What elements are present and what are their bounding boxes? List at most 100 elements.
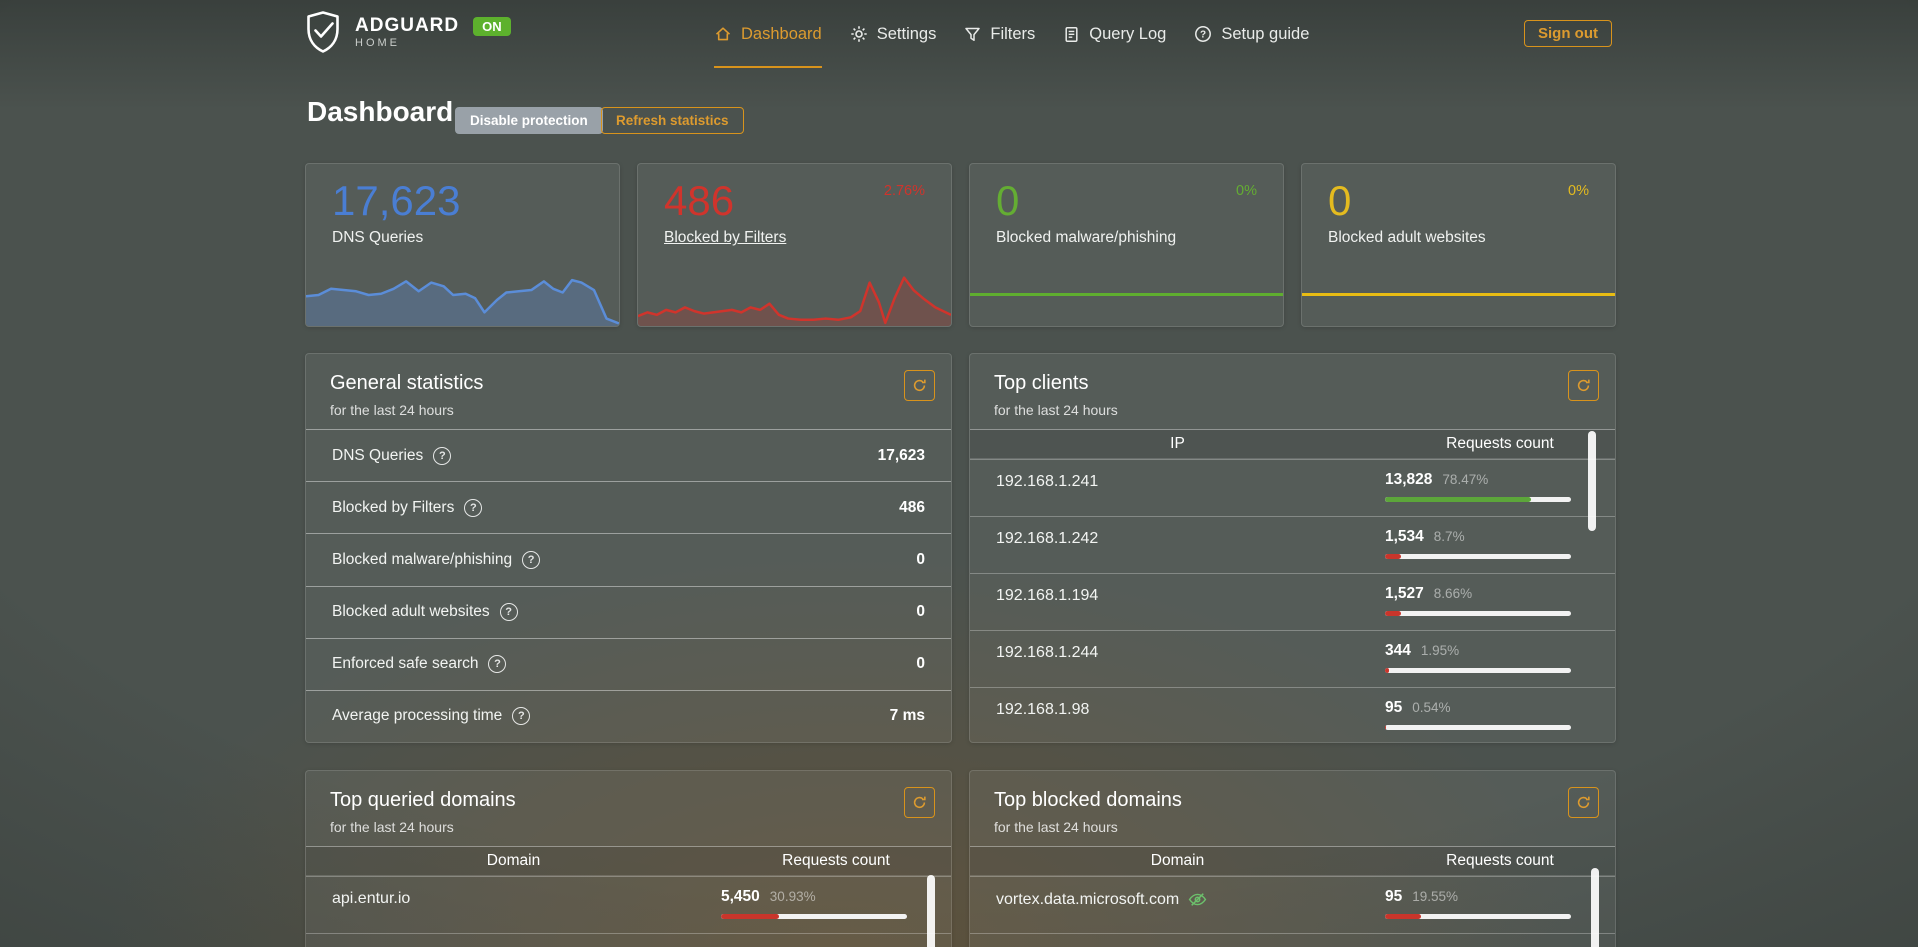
help-circle-icon[interactable]	[433, 447, 451, 465]
table-row: api.entur.io 5,45030.93%	[306, 876, 951, 933]
table-row: 192.168.1.242 1,5348.7%	[970, 516, 1615, 573]
stat-row-value: 7 ms	[890, 707, 925, 725]
refresh-icon	[912, 795, 927, 810]
stat-row: DNS Queries 17,623	[306, 429, 951, 481]
requests-count: 13,828	[1385, 471, 1432, 489]
top-clients-panel: Top clients for the last 24 hours IP Req…	[969, 353, 1616, 743]
stat-row: Blocked adult websites 0	[306, 586, 951, 638]
panel-header: Top queried domains for the last 24 hour…	[306, 771, 951, 846]
app-logo: ADGUARD HOME ON	[303, 10, 511, 54]
stat-row-label: Blocked by Filters	[332, 499, 482, 517]
scrollbar-thumb[interactable]	[927, 875, 935, 947]
refresh-button[interactable]	[904, 787, 935, 818]
nav-filters[interactable]: Filters	[964, 0, 1035, 68]
general-statistics-panel: General statistics for the last 24 hours…	[305, 353, 952, 743]
client-ip: 192.168.1.244	[996, 644, 1098, 662]
help-circle-icon[interactable]	[500, 603, 518, 621]
blocked-by-filters-sparkline	[638, 264, 951, 326]
stat-row-value: 17,623	[878, 447, 925, 465]
dns-queries-sparkline	[306, 264, 619, 326]
funnel-icon	[964, 26, 981, 43]
table-row: 192.168.1.244 3441.95%	[970, 630, 1615, 687]
panel-header: Top clients for the last 24 hours	[970, 354, 1615, 429]
stat-row-label: Blocked adult websites	[332, 603, 518, 621]
column-header-domain: Domain	[306, 852, 721, 870]
statistics-rows: DNS Queries 17,623 Blocked by Filters 48…	[306, 429, 951, 742]
table-header: Domain Requests count	[306, 846, 951, 876]
stat-card-blocked-adult: 0 Blocked adult websites 0%	[1301, 163, 1616, 327]
requests-percent: 8.66%	[1434, 586, 1472, 601]
gear-icon	[850, 25, 868, 43]
nav-settings[interactable]: Settings	[850, 0, 937, 68]
panel-subtitle: for the last 24 hours	[994, 402, 1591, 418]
requests-bar	[1385, 914, 1571, 919]
stat-row-label: DNS Queries	[332, 447, 451, 465]
refresh-button[interactable]	[1568, 370, 1599, 401]
refresh-icon	[1576, 795, 1591, 810]
disable-protection-button[interactable]: Disable protection	[455, 107, 603, 134]
document-icon	[1063, 26, 1080, 43]
table-header: Domain Requests count	[970, 846, 1615, 876]
stat-row: Enforced safe search 0	[306, 638, 951, 690]
shield-check-icon	[303, 10, 343, 54]
sign-out-button[interactable]: Sign out	[1524, 20, 1612, 47]
requests-bar	[1385, 725, 1571, 730]
column-header-ip: IP	[970, 435, 1385, 453]
help-circle-icon: ?	[1194, 25, 1212, 43]
nav-label: Query Log	[1089, 25, 1166, 44]
help-circle-icon[interactable]	[464, 499, 482, 517]
refresh-statistics-button[interactable]: Refresh statistics	[601, 107, 744, 134]
column-header-requests: Requests count	[721, 852, 951, 870]
client-ip: 192.168.1.98	[996, 701, 1089, 719]
table-row: 192.168.1.241 13,82878.47%	[970, 459, 1615, 516]
page-title: Dashboard	[307, 96, 453, 128]
help-circle-icon[interactable]	[512, 707, 530, 725]
requests-count: 95	[1385, 699, 1402, 717]
main-nav: Dashboard Settings Filters Query Log	[714, 0, 1309, 68]
stat-card-blocked-by-filters: 486 Blocked by Filters 2.76%	[637, 163, 952, 327]
panel-subtitle: for the last 24 hours	[994, 819, 1591, 835]
panel-subtitle: for the last 24 hours	[330, 402, 927, 418]
column-header-requests: Requests count	[1385, 852, 1615, 870]
requests-bar	[1385, 554, 1571, 559]
stat-percent: 0%	[1568, 183, 1589, 199]
stat-card-dns-queries: 17,623 DNS Queries	[305, 163, 620, 327]
refresh-button[interactable]	[904, 370, 935, 401]
stat-label: Blocked malware/phishing	[996, 229, 1283, 247]
blocked-by-filters-link[interactable]: Blocked by Filters	[664, 229, 951, 247]
scrollbar-thumb[interactable]	[1588, 431, 1596, 531]
stat-label: Blocked adult websites	[1328, 229, 1615, 247]
client-ip: 192.168.1.194	[996, 587, 1098, 605]
eye-off-icon[interactable]	[1188, 890, 1207, 909]
help-circle-icon[interactable]	[488, 655, 506, 673]
brand-name: ADGUARD	[355, 16, 459, 35]
table-header: IP Requests count	[970, 429, 1615, 459]
stat-row: Average processing time 7 ms	[306, 690, 951, 742]
top-queried-domains-panel: Top queried domains for the last 24 hour…	[305, 770, 952, 947]
protection-status-badge: ON	[473, 17, 511, 36]
logo-text: ADGUARD HOME	[355, 16, 459, 49]
panel-header: Top blocked domains for the last 24 hour…	[970, 771, 1615, 846]
adult-zero-line	[1302, 293, 1615, 296]
table-row	[306, 933, 951, 947]
nav-label: Dashboard	[741, 25, 822, 44]
help-circle-icon[interactable]	[522, 551, 540, 569]
nav-dashboard[interactable]: Dashboard	[714, 0, 822, 68]
requests-bar	[1385, 497, 1571, 502]
table-row	[970, 933, 1615, 947]
domain-name: api.entur.io	[332, 890, 410, 908]
stat-row-value: 0	[916, 551, 925, 569]
requests-count: 344	[1385, 642, 1411, 660]
refresh-icon	[1576, 378, 1591, 393]
requests-percent: 8.7%	[1434, 529, 1465, 544]
panel-subtitle: for the last 24 hours	[330, 819, 927, 835]
panel-title: Top blocked domains	[994, 789, 1591, 812]
nav-setup-guide[interactable]: ? Setup guide	[1194, 0, 1309, 68]
table-row: 192.168.1.98 950.54%	[970, 687, 1615, 744]
refresh-icon	[912, 378, 927, 393]
nav-query-log[interactable]: Query Log	[1063, 0, 1166, 68]
table-row: vortex.data.microsoft.com 9519.55%	[970, 876, 1615, 933]
scrollbar-thumb[interactable]	[1591, 868, 1599, 947]
panel-title: Top queried domains	[330, 789, 927, 812]
refresh-button[interactable]	[1568, 787, 1599, 818]
